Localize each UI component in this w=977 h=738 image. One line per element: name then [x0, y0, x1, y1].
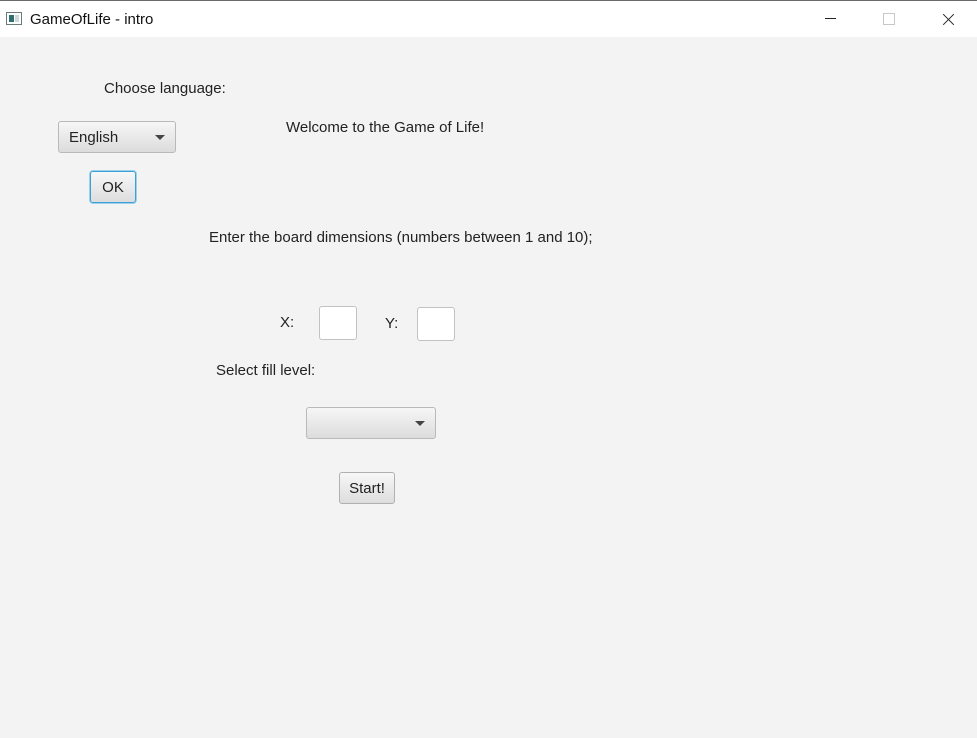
language-dropdown[interactable]: English [58, 121, 176, 153]
title-bar: GameOfLife - intro [0, 0, 977, 37]
board-dimensions-prompt: Enter the board dimensions (numbers betw… [209, 229, 593, 246]
y-dimension-input[interactable] [417, 307, 455, 341]
minimize-button[interactable] [801, 1, 859, 37]
x-label: X: [280, 314, 295, 331]
y-label: Y: [385, 315, 399, 332]
app-window-icon [6, 12, 22, 25]
choose-language-label: Choose language: [104, 80, 226, 97]
start-button[interactable]: Start! [339, 472, 395, 504]
window-title: GameOfLife - intro [30, 11, 154, 28]
ok-button[interactable]: OK [90, 171, 136, 203]
maximize-button[interactable] [860, 1, 918, 37]
chevron-down-icon [155, 135, 165, 140]
fill-level-dropdown[interactable] [306, 407, 436, 439]
chevron-down-icon [415, 421, 425, 426]
x-dimension-input[interactable] [319, 306, 357, 340]
close-button[interactable] [919, 1, 977, 37]
fill-level-label: Select fill level: [216, 362, 316, 379]
welcome-text: Welcome to the Game of Life! [286, 119, 485, 136]
language-dropdown-value: English [69, 129, 119, 146]
